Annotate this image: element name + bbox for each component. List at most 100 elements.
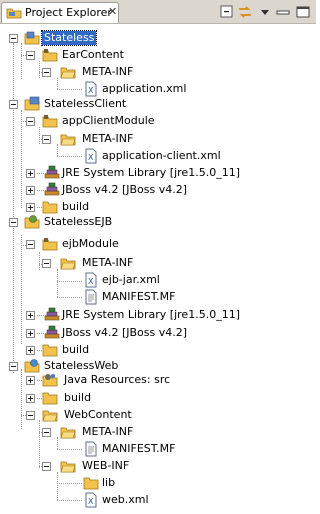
tree-item-label[interactable]: EarContent [60,48,126,62]
tree-item-label[interactable]: MANIFEST.MF [100,442,177,456]
expand-toggle[interactable] [26,311,35,320]
source-folder-icon [42,238,58,251]
collapse-toggle[interactable] [26,411,35,420]
collapse-toggle[interactable] [9,34,18,43]
tree-item-label[interactable]: Stateless [40,30,98,46]
tree-item-web-manifest[interactable]: MANIFEST.MF [0,441,316,458]
tree-item-client-meta-inf[interactable]: META-INF [0,131,316,148]
tree-item-label[interactable]: MANIFEST.MF [100,290,177,304]
tree-item-ejb-build[interactable]: build [0,342,316,359]
tree-item-label[interactable]: META-INF [80,132,135,146]
tree-item-label[interactable]: application-client.xml [100,149,223,163]
tree-item-client-jboss-library[interactable]: JBoss v4.2 [JBoss v4.2] [0,182,316,199]
collapse-toggle[interactable] [42,428,51,437]
collapse-toggle[interactable] [26,51,35,60]
folder-icon [83,477,99,490]
view-menu-icon[interactable] [257,4,273,20]
source-folder-icon [42,49,58,62]
view-title: Project Explorer [25,6,112,19]
tree-item-ear-meta-inf[interactable]: META-INF [0,64,316,81]
tree-item-label[interactable]: JBoss v4.2 [JBoss v4.2] [60,183,189,197]
tree-item-label[interactable]: WEB-INF [80,459,131,473]
tree-item-lib[interactable]: lib [0,475,316,492]
tree-item-ejb-manifest[interactable]: MANIFEST.MF [0,289,316,306]
folder-open-icon [60,67,76,79]
tree-item-stateless[interactable]: Stateless [0,30,316,47]
maximize-icon[interactable] [295,4,311,20]
tree-item-label[interactable]: WebContent [62,408,134,422]
xml-file-icon: X [85,81,97,97]
tree-item-ejb-meta-inf[interactable]: META-INF [0,255,316,272]
collapse-toggle[interactable] [9,100,18,109]
collapse-toggle[interactable] [42,135,51,144]
tree-item-stateless-client[interactable]: StatelessClient [0,96,316,113]
xml-file-icon: X [85,492,97,508]
collapse-toggle[interactable] [9,362,18,371]
project-explorer-tab[interactable]: Project Explorer ✕ [1,2,119,23]
text-file-icon [85,441,97,457]
tree-item-label[interactable]: web.xml [100,493,151,507]
close-view-icon[interactable]: ✕ [108,5,117,18]
tree-item-app-client-module[interactable]: appClientModule [0,113,316,130]
tree-item-stateless-ejb[interactable]: StatelessEJB [0,214,316,231]
expand-toggle[interactable] [26,346,35,355]
project-explorer-icon [6,8,22,19]
folder-icon [42,201,58,214]
tree-item-label[interactable]: build [62,391,93,405]
collapse-toggle[interactable] [42,462,51,471]
tree-item-ejb-module[interactable]: ejbModule [0,236,316,253]
minimize-icon[interactable] [275,4,291,20]
tree-item-ear-content[interactable]: EarContent [0,47,316,64]
expand-toggle[interactable] [26,169,35,178]
tree-item-label[interactable]: build [60,200,91,214]
tree-item-application-client-xml[interactable]: X application-client.xml [0,148,316,165]
tree-item-label[interactable]: JBoss v4.2 [JBoss v4.2] [60,326,189,340]
tree-item-ejb-jboss-library[interactable]: JBoss v4.2 [JBoss v4.2] [0,325,316,342]
tree-item-label[interactable]: StatelessClient [42,97,128,111]
expand-toggle[interactable] [26,186,35,195]
expand-toggle[interactable] [26,203,35,212]
tree-item-label[interactable]: lib [100,476,117,490]
link-with-editor-icon[interactable] [237,4,253,20]
svg-text:X: X [88,86,94,95]
tree-item-label[interactable]: application.xml [100,82,188,96]
tree-item-web-content[interactable]: WebContent [0,407,316,424]
tree-item-label[interactable]: StatelessWeb [42,359,120,373]
expand-toggle[interactable] [26,329,35,338]
tree-item-label[interactable]: ejb-jar.xml [100,273,162,287]
tree-item-ejb-jre-library[interactable]: JRE System Library [jre1.5.0_11] [0,307,316,324]
collapse-all-icon[interactable] [219,4,235,20]
tree-item-label[interactable]: Java Resources: src [62,373,172,387]
tree-item-label[interactable]: META-INF [80,425,135,439]
tree-item-label[interactable]: META-INF [80,256,135,270]
tree-item-web-xml[interactable]: X web.xml [0,492,316,509]
tree-item-web-build[interactable]: build [0,390,316,407]
library-icon [44,182,60,196]
tree-item-client-jre-library[interactable]: JRE System Library [jre1.5.0_11] [0,165,316,182]
tree-item-label[interactable]: META-INF [80,65,135,79]
tree-item-label[interactable]: StatelessEJB [42,215,114,229]
expand-toggle[interactable] [26,376,35,385]
collapse-toggle[interactable] [42,259,51,268]
tree-item-label[interactable]: ejbModule [60,237,121,251]
collapse-toggle[interactable] [26,240,35,249]
folder-icon [42,344,58,357]
tree-item-label[interactable]: build [60,343,91,357]
tree-item-label[interactable]: JRE System Library [jre1.5.0_11] [60,308,242,322]
collapse-toggle[interactable] [42,68,51,77]
tree-item-web-inf[interactable]: WEB-INF [0,458,316,475]
collapse-toggle[interactable] [26,117,35,126]
tree-item-label[interactable]: appClientModule [60,114,157,128]
project-tree[interactable]: Stateless EarContent META-INF X applicat… [0,24,316,514]
folder-open-icon [60,427,76,439]
folder-icon [42,392,58,405]
ear-project-icon [24,31,40,45]
tree-item-ejb-jar-xml[interactable]: X ejb-jar.xml [0,272,316,289]
expand-toggle[interactable] [26,394,35,403]
tree-item-java-resources[interactable]: Java Resources: src [0,372,316,389]
tree-item-web-meta-inf[interactable]: META-INF [0,424,316,441]
tree-item-label[interactable]: JRE System Library [jre1.5.0_11] [60,166,242,180]
view-title-bar: Project Explorer ✕ [0,0,316,24]
collapse-toggle[interactable] [9,218,18,227]
source-folder-icon [42,115,58,128]
